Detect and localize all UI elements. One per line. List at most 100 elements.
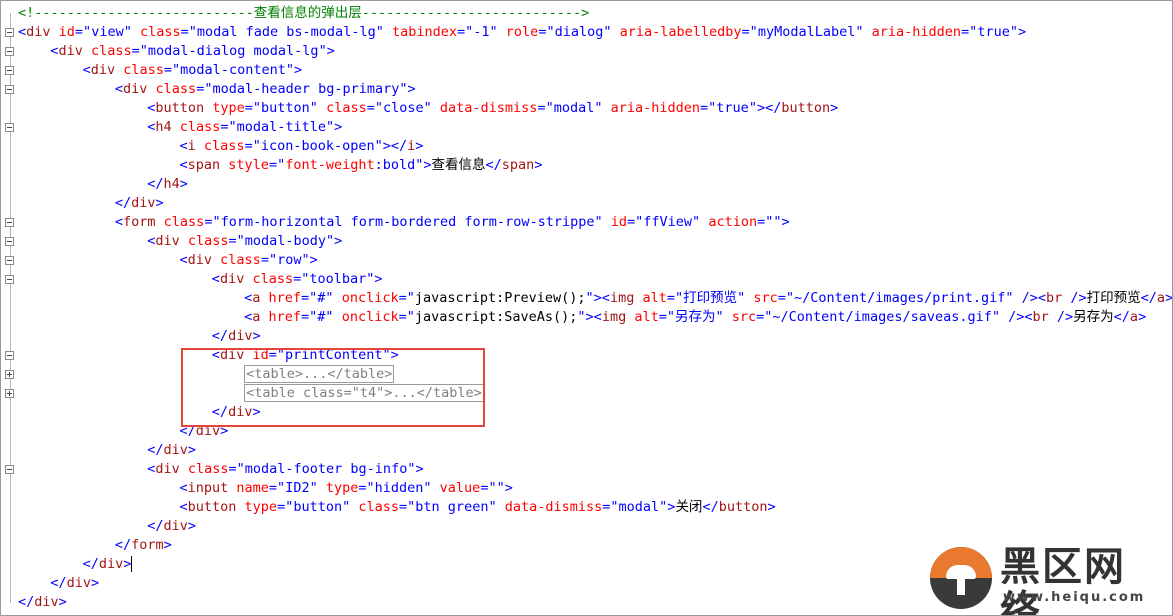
code-line[interactable]: </div>: [1, 517, 1172, 536]
collapse-toggle-icon[interactable]: [5, 47, 14, 56]
code-line[interactable]: <table>...</table>: [1, 365, 1172, 384]
code-text: <a href="#" onclick="javascript:Preview(…: [244, 289, 1172, 308]
code-token: ID2: [285, 480, 310, 496]
code-line[interactable]: <div class="modal-header bg-primary">: [1, 80, 1172, 99]
code-line[interactable]: </div>: [1, 441, 1172, 460]
code-token: i: [187, 138, 196, 154]
code-token: form: [123, 214, 156, 230]
code-line[interactable]: <h4 class="modal-title">: [1, 118, 1172, 137]
code-token: ="">: [757, 214, 790, 230]
code-token: ": [423, 480, 432, 496]
collapse-toggle-icon[interactable]: [5, 256, 14, 265]
code-token: div: [187, 252, 213, 268]
collapse-toggle-icon[interactable]: [5, 275, 14, 284]
code-token: modal fade bs-modal-lg: [196, 24, 376, 40]
expand-toggle-icon[interactable]: [5, 389, 14, 398]
mushroom-logo-icon: [930, 547, 992, 609]
code-token: form: [131, 537, 164, 553]
collapse-toggle-icon[interactable]: [5, 218, 14, 227]
code-token: <!---------------------------查看信息的弹出层---…: [18, 5, 590, 21]
code-line[interactable]: <div id="printContent">: [1, 346, 1172, 365]
code-token: =": [180, 24, 197, 40]
code-token: dialog: [554, 24, 604, 40]
code-token: class: [131, 24, 181, 40]
code-token: =": [538, 24, 555, 40]
code-token: 另存为: [674, 309, 716, 325]
code-token: tabindex: [383, 24, 457, 40]
code-line[interactable]: <div class="modal-content">: [1, 61, 1172, 80]
code-token: =": [777, 290, 795, 306]
code-line[interactable]: <button type="button" class="btn green" …: [1, 498, 1172, 517]
code-line[interactable]: <button type="button" class="close" data…: [1, 99, 1172, 118]
code-text: </div>: [18, 593, 67, 612]
code-token: type: [317, 480, 359, 496]
code-text: <span style="font-weight:bold">查看信息</spa…: [180, 156, 543, 175]
code-line[interactable]: <span style="font-weight:bold">查看信息</spa…: [1, 156, 1172, 175]
code-token: modal-footer bg-info: [244, 461, 408, 477]
code-line[interactable]: <div id="view" class="modal fade bs-moda…: [1, 23, 1172, 42]
code-token: aria-labelledby: [611, 24, 742, 40]
code-token: ~/Content/images/print.gif: [794, 290, 1006, 306]
code-line[interactable]: <input name="ID2" type="hidden" value=""…: [1, 479, 1172, 498]
code-token: =": [293, 271, 310, 287]
code-text: <h4 class="modal-title">: [147, 118, 342, 137]
expand-toggle-icon[interactable]: [5, 370, 14, 379]
code-token: </: [82, 556, 99, 572]
code-line[interactable]: </div>: [1, 422, 1172, 441]
code-token: br: [1032, 309, 1049, 325]
code-text: <form class="form-horizontal form-border…: [115, 213, 790, 232]
code-token: </: [485, 157, 502, 173]
code-token: div: [98, 556, 124, 572]
code-token: javascript:SaveAs();: [414, 309, 578, 325]
code-line[interactable]: <form class="form-horizontal form-border…: [1, 213, 1172, 232]
code-token: <: [179, 499, 188, 515]
code-line[interactable]: </div>: [1, 194, 1172, 213]
code-token: <: [244, 309, 253, 325]
code-line[interactable]: <div class="modal-dialog modal-lg">: [1, 42, 1172, 61]
code-token: ": [325, 290, 334, 306]
code-token: form-horizontal form-bordered form-row-s…: [220, 214, 595, 230]
code-token: ": [375, 24, 384, 40]
code-token: =": [358, 480, 375, 496]
collapse-toggle-icon[interactable]: [5, 465, 14, 474]
code-text: </div>: [147, 517, 196, 536]
code-editor[interactable]: <!---------------------------查看信息的弹出层---…: [0, 0, 1173, 616]
code-line[interactable]: <div class="modal-body">: [1, 232, 1172, 251]
code-line[interactable]: <div class="toolbar">: [1, 270, 1172, 289]
code-line[interactable]: <i class="icon-book-open"></i>: [1, 137, 1172, 156]
code-line[interactable]: <a href="#" onclick="javascript:SaveAs()…: [1, 308, 1172, 327]
code-token: br: [1046, 290, 1063, 306]
code-token: =": [204, 214, 221, 230]
collapse-toggle-icon[interactable]: [5, 85, 14, 94]
code-line[interactable]: <table class="t4">...</table>: [1, 384, 1172, 403]
code-token: div: [58, 43, 83, 59]
code-token: <: [18, 24, 27, 40]
code-token: >: [187, 442, 196, 458]
code-text: <button type="button" class="btn green" …: [180, 498, 776, 517]
code-text: <div id="view" class="modal fade bs-moda…: [18, 23, 1026, 42]
code-line[interactable]: <!---------------------------查看信息的弹出层---…: [1, 4, 1172, 23]
code-line[interactable]: </div>: [1, 403, 1172, 422]
code-token: button: [187, 499, 237, 515]
code-token: ": [423, 100, 432, 116]
collapse-toggle-icon[interactable]: [5, 237, 14, 246]
code-token: =": [74, 24, 92, 40]
code-line[interactable]: </h4>: [1, 175, 1172, 194]
code-token: 另存为: [1073, 309, 1114, 325]
collapse-toggle-icon[interactable]: [5, 28, 14, 37]
code-token: btn green: [415, 499, 489, 515]
collapse-toggle-icon[interactable]: [5, 123, 14, 132]
code-line[interactable]: </div>: [1, 327, 1172, 346]
code-line[interactable]: <div class="row">: [1, 251, 1172, 270]
print-content-highlight-box: [181, 348, 485, 427]
code-token: class: [82, 43, 132, 59]
code-token: =": [457, 24, 474, 40]
code-line[interactable]: <a href="#" onclick="javascript:Preview(…: [1, 289, 1172, 308]
code-token: style: [220, 157, 269, 173]
code-token: ">: [326, 119, 343, 135]
code-token: aria-hidden: [602, 100, 701, 116]
code-text: <div class="modal-footer bg-info">: [147, 460, 423, 479]
collapse-toggle-icon[interactable]: [5, 66, 14, 75]
code-line[interactable]: <div class="modal-footer bg-info">: [1, 460, 1172, 479]
collapse-toggle-icon[interactable]: [5, 351, 14, 360]
